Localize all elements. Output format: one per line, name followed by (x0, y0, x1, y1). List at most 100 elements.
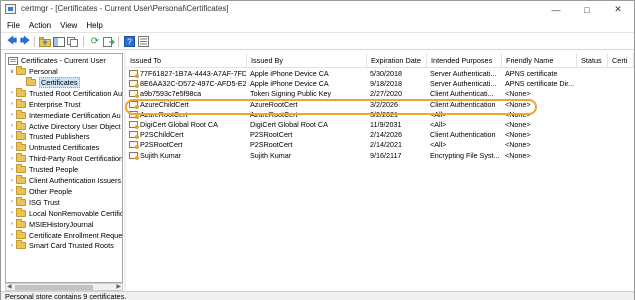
tree-item[interactable]: › Other People (8, 185, 72, 197)
table-row[interactable]: 77F61827-1B7A-4443-A7AF-7FD... Apple iPho… (126, 69, 634, 79)
tree-item[interactable]: › Enterprise Trust (8, 98, 81, 110)
chevron-right-icon[interactable]: › (8, 210, 16, 216)
column-header[interactable]: Friendly Name (502, 53, 577, 67)
export-list-icon[interactable] (102, 35, 116, 48)
table-row[interactable]: DigiCert Global Root CA DigiCert Global R… (126, 120, 634, 130)
chevron-right-icon[interactable]: › (8, 145, 16, 151)
column-header[interactable]: Issued To (126, 53, 247, 67)
table-cell (611, 69, 633, 79)
minimize-icon[interactable]: — (541, 1, 571, 18)
column-header[interactable]: Expiration Date (367, 53, 427, 67)
column-header[interactable]: Issued By (247, 53, 367, 67)
table-cell (580, 130, 607, 140)
menu-view[interactable]: View (60, 21, 77, 30)
tree-item[interactable]: Certificates (18, 76, 80, 88)
column-header[interactable]: Status (577, 53, 608, 67)
table-cell: Encrypting File Syst... (430, 150, 500, 160)
folder-icon (26, 76, 36, 86)
chevron-right-icon[interactable]: › (8, 90, 16, 96)
help-icon[interactable]: ? (122, 35, 136, 48)
console-tree[interactable]: Certificates - Current User ∨ Personal Cer… (5, 53, 123, 283)
table-row[interactable]: a9b7593c7e5f98ca Token Signing Public Key… (126, 89, 634, 99)
chevron-right-icon[interactable]: › (8, 199, 16, 205)
close-icon[interactable]: ✕ (603, 1, 633, 18)
certificate-icon (129, 80, 139, 89)
cell-text: P2SChildCert (140, 130, 184, 140)
chevron-right-icon[interactable]: › (8, 221, 16, 227)
tree-item[interactable]: › MSIEHistoryJournal (8, 218, 93, 230)
table-cell: Apple iPhone Device CA (250, 69, 329, 78)
table-row[interactable]: P2SRootCert P2SRootCert 2/14/2021 <All> <Non… (126, 140, 634, 150)
table-cell: <None> (505, 130, 531, 140)
table-cell: P2SRootCert (250, 140, 293, 150)
menu-bar: File Action View Help (1, 18, 634, 32)
table-cell (611, 151, 633, 161)
header-divider (126, 67, 634, 68)
table-cell: 8E6AA32C-D572-497C-AFD5-E2... (129, 79, 246, 89)
back-arrow-icon[interactable]: 🡄 (5, 35, 19, 48)
tree-item[interactable]: › Trusted People (8, 164, 78, 175)
tree-item[interactable]: › Third-Party Root Certification (8, 153, 122, 164)
certificate-list[interactable]: Issued To Issued By Expiration Date Intende… (126, 53, 634, 285)
chevron-right-icon[interactable]: › (8, 101, 16, 107)
chevron-right-icon[interactable]: › (8, 123, 16, 129)
chevron-right-icon[interactable]: › (8, 232, 16, 238)
table-cell: 11/9/2031 (370, 120, 402, 129)
scroll-right-icon[interactable]: ▶ (116, 283, 121, 290)
table-cell (580, 69, 607, 79)
table-cell (611, 79, 633, 89)
status-bar: Personal store contains 9 certificates. (1, 291, 634, 300)
show-hide-tree-icon[interactable] (52, 35, 66, 48)
tree-item[interactable]: › Active Directory User Object (8, 120, 121, 132)
chevron-right-icon[interactable]: › (8, 167, 16, 173)
folder-icon (16, 120, 26, 130)
table-cell (611, 140, 633, 150)
chevron-down-icon[interactable]: ∨ (8, 68, 16, 75)
window-title: certmgr - [Certificates - Current User\P… (21, 4, 229, 13)
tree-item[interactable]: › ISG Trust (8, 196, 60, 208)
menu-file[interactable]: File (7, 21, 20, 30)
folder-icon (16, 196, 26, 206)
table-cell: 77F61827-1B7A-4443-A7AF-7FD... (129, 69, 246, 79)
certmgr-window: certmgr - [Certificates - Current User\P… (0, 0, 635, 300)
table-cell: APNS certificate Dir... (505, 79, 575, 89)
up-folder-icon[interactable] (38, 35, 52, 48)
tree-item[interactable]: › Certificate Enrollment Reques (8, 229, 122, 241)
column-header[interactable]: Intended Purposes (427, 53, 502, 67)
table-cell: P2SChildCert (129, 130, 246, 140)
copy-icon[interactable] (66, 35, 80, 48)
folder-icon (16, 109, 26, 119)
tree-root[interactable]: Certificates - Current User (8, 55, 106, 66)
table-row[interactable]: Sujith Kumar Sujith Kumar 9/16/2117 Encrypt… (126, 151, 634, 161)
chevron-right-icon[interactable]: › (8, 134, 16, 140)
scroll-left-icon[interactable]: ◀ (7, 283, 12, 290)
maximize-icon[interactable]: □ (572, 1, 602, 18)
tree-item[interactable]: › Untrusted Certificates (8, 142, 99, 153)
menu-help[interactable]: Help (86, 21, 102, 30)
tree-item[interactable]: ∨ Personal (8, 66, 58, 77)
chevron-right-icon[interactable]: › (8, 156, 16, 162)
chevron-right-icon[interactable]: › (8, 178, 16, 184)
column-header[interactable]: Certi (608, 53, 634, 67)
chevron-right-icon[interactable]: › (8, 112, 16, 118)
table-row[interactable]: 8E6AA32C-D572-497C-AFD5-E2... Apple iPhon… (126, 79, 634, 89)
toolbar-separator (118, 36, 119, 47)
tree-item[interactable]: › Trusted Publishers (8, 131, 90, 142)
table-cell: Token Signing Public Key (250, 89, 332, 99)
chevron-right-icon[interactable]: › (8, 188, 16, 194)
table-row[interactable]: P2SChildCert P2SRootCert 2/14/2026 Client A… (126, 130, 634, 140)
folder-icon (16, 218, 26, 228)
menu-action[interactable]: Action (29, 21, 51, 30)
tree-item[interactable]: › Intermediate Certification Au (8, 109, 121, 121)
tree-item[interactable]: › Local NonRemovable Certific (8, 207, 122, 219)
forward-arrow-icon[interactable]: 🡆 (18, 35, 32, 48)
tree-horizontal-scrollbar[interactable]: ◀ ▶ (5, 283, 123, 291)
svg-text:?: ? (127, 38, 132, 47)
tree-item[interactable]: › Trusted Root Certification Au (8, 87, 122, 99)
refresh-icon[interactable]: ⟳ (88, 35, 102, 48)
tree-item[interactable]: › Smart Card Trusted Roots (8, 240, 114, 251)
tree-item[interactable]: › Client Authentication Issuers (8, 175, 121, 186)
chevron-right-icon[interactable]: › (8, 243, 16, 249)
properties-icon[interactable] (136, 35, 150, 48)
scrollbar-thumb[interactable] (15, 285, 93, 290)
